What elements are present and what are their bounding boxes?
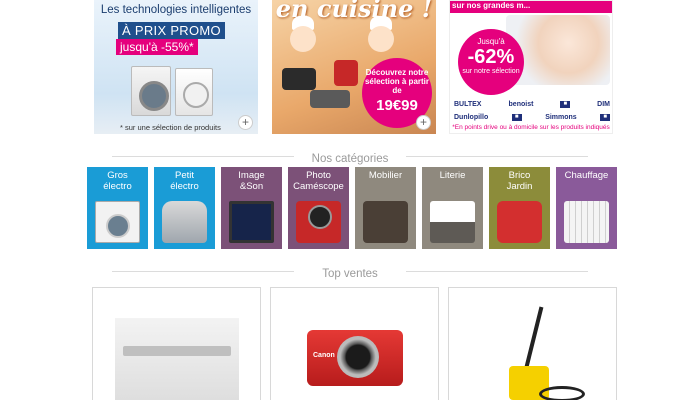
- pressure-washer-image: [479, 306, 589, 400]
- brand-logo: ■: [511, 114, 522, 121]
- category-label: Petit électro: [170, 170, 199, 192]
- price-badge-text: Découvrez notre sélection à partir de: [364, 68, 430, 95]
- divider: [112, 156, 294, 157]
- waffle-maker-image: [282, 68, 316, 90]
- plus-icon[interactable]: +: [238, 115, 253, 130]
- category-label: Brico Jardin: [506, 170, 533, 192]
- category-chauffage[interactable]: Chauffage: [556, 167, 617, 249]
- divider: [406, 271, 588, 272]
- camera-brand-label: Canon: [313, 352, 335, 359]
- lawnmower-icon: [497, 201, 542, 243]
- product-card-range-hood[interactable]: [92, 287, 261, 400]
- washing-machine-image: [131, 66, 171, 116]
- promo-banner-cuisine[interactable]: en cuisine ! Découvrez notre sélection à…: [272, 0, 436, 134]
- category-tiles: Gros électro Petit électro Image &Son Ph…: [87, 167, 617, 249]
- banner-discount-label: jusqu'à -55%*: [116, 39, 198, 55]
- brand-logos-row: Dunlopillo ■ Simmons ■: [454, 114, 610, 121]
- brand-logo: Dunlopillo: [454, 114, 489, 121]
- brand-logo: ■: [560, 101, 571, 108]
- child-image: [290, 26, 316, 52]
- divider: [112, 271, 294, 272]
- camera-image: Canon: [307, 330, 403, 386]
- camera-icon: [296, 201, 341, 243]
- banner-footnote: * sur une sélection de produits: [120, 123, 221, 132]
- category-label: Photo Caméscope: [293, 170, 344, 192]
- category-label: Gros électro: [103, 170, 132, 192]
- category-mobilier[interactable]: Mobilier: [355, 167, 416, 249]
- product-card-camera[interactable]: Canon: [270, 287, 439, 400]
- top-sales-products: Canon: [92, 287, 617, 400]
- category-photo-camescope[interactable]: Photo Caméscope: [288, 167, 349, 249]
- washer-hose: [539, 386, 585, 400]
- appliance-image: [310, 90, 350, 108]
- category-label: Literie: [439, 170, 466, 181]
- category-label: Image &Son: [238, 170, 265, 192]
- promo-banner-literie[interactable]: sur nos grandes m... Jusqu'à -62% sur no…: [449, 0, 613, 134]
- bed-icon: [430, 201, 475, 243]
- plus-icon[interactable]: +: [416, 115, 431, 130]
- sofa-icon: [363, 201, 408, 243]
- category-petit-electro[interactable]: Petit électro: [154, 167, 215, 249]
- banner-headline: sur nos grandes m...: [450, 1, 612, 13]
- discount-badge: Jusqu'à -62% sur notre sélection: [458, 29, 524, 95]
- top-sales-section-title: Top ventes: [112, 264, 588, 280]
- category-brico-jardin[interactable]: Brico Jardin: [489, 167, 550, 249]
- popcorn-machine-image: [334, 60, 358, 86]
- product-card-pressure-washer[interactable]: [448, 287, 617, 400]
- radiator-icon: [564, 201, 609, 243]
- section-title-label: Top ventes: [316, 268, 384, 280]
- section-title-label: Nos catégories: [305, 153, 395, 165]
- category-literie[interactable]: Literie: [422, 167, 483, 249]
- category-gros-electro[interactable]: Gros électro: [87, 167, 148, 249]
- banner-headline: Les technologies intelligentes: [100, 4, 252, 16]
- banner-promo-label: À PRIX PROMO: [118, 22, 225, 39]
- categories-section-title: Nos catégories: [112, 149, 588, 165]
- food-processor-icon: [162, 201, 207, 243]
- page: Les technologies intelligentes À PRIX PR…: [0, 0, 700, 400]
- promo-banner-technologies[interactable]: Les technologies intelligentes À PRIX PR…: [94, 0, 258, 134]
- brand-logo: DIM: [597, 101, 610, 108]
- brand-logo: Simmons: [545, 114, 577, 121]
- range-hood-image: [115, 318, 239, 400]
- discount-badge-top: Jusqu'à: [477, 37, 505, 46]
- category-image-son[interactable]: Image &Son: [221, 167, 282, 249]
- category-label: Mobilier: [368, 170, 403, 181]
- price-badge-price: 19€99: [376, 97, 418, 114]
- brand-logo: BULTEX: [454, 101, 482, 108]
- tv-icon: [229, 201, 274, 243]
- discount-badge-value: -62%: [467, 46, 515, 68]
- banner-footnote: *En points drive ou à domicile sur les p…: [452, 124, 610, 131]
- brand-logo: benoist: [508, 101, 534, 108]
- brand-logo: ■: [600, 114, 610, 121]
- divider: [406, 156, 588, 157]
- category-label: Chauffage: [564, 170, 609, 181]
- discount-badge-bottom: sur notre sélection: [462, 68, 520, 75]
- child-image: [368, 26, 394, 52]
- washer-icon: [95, 201, 140, 243]
- dryer-image: [175, 68, 213, 116]
- brand-logos-row: BULTEX benoist ■ DIM: [454, 101, 610, 108]
